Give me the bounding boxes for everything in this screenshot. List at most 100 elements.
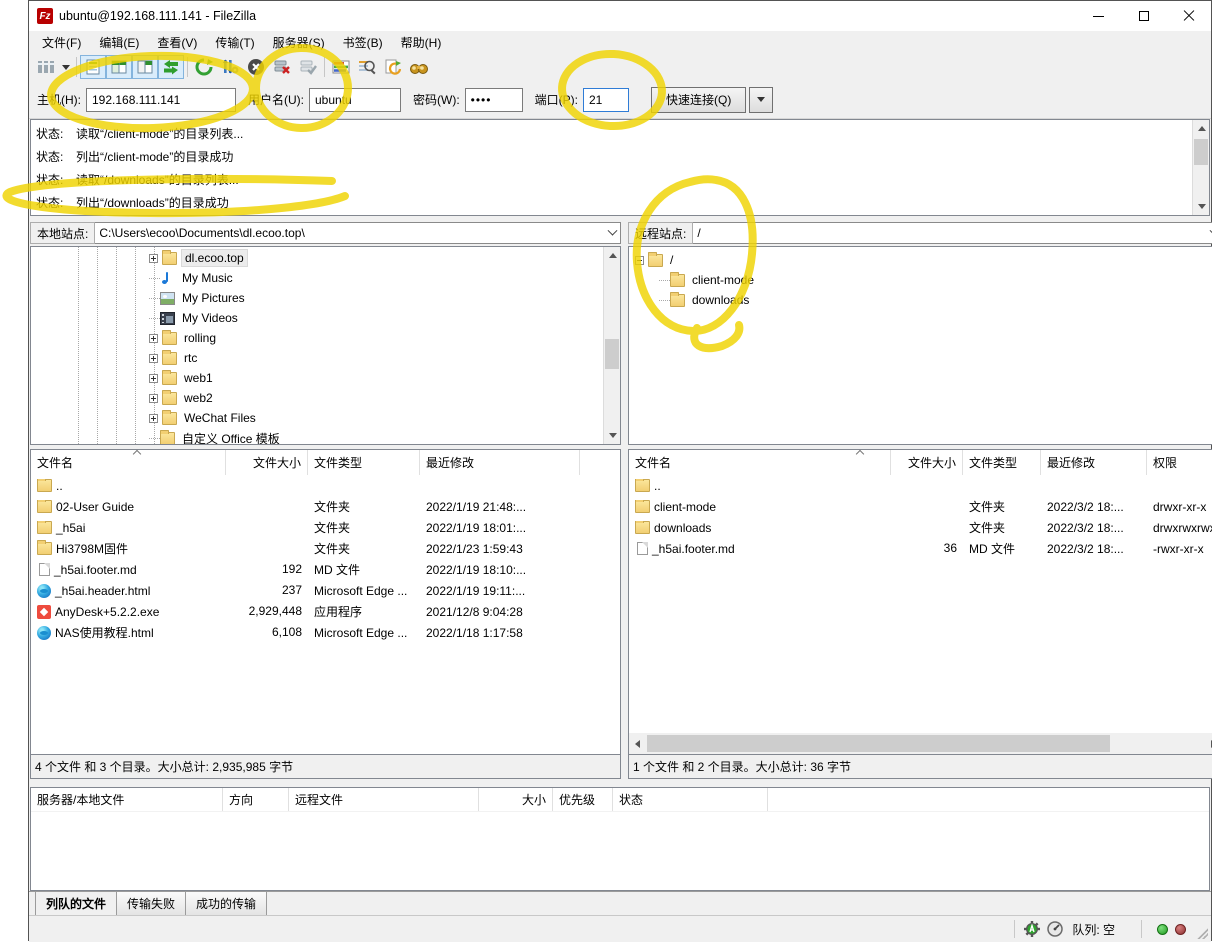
column-header-priority[interactable]: 优先级 (553, 788, 613, 811)
host-input[interactable] (86, 88, 236, 112)
file-row[interactable]: _h5ai文件夹2022/1/19 18:01:... (31, 517, 620, 538)
tree-item[interactable]: rolling (31, 328, 620, 348)
find-files-button[interactable] (406, 55, 432, 79)
tree-item[interactable]: downloads (629, 290, 1212, 310)
tree-item[interactable]: 自定义 Office 模板 (31, 428, 620, 445)
sync-browse-button[interactable] (380, 55, 406, 79)
column-header-filename[interactable]: 文件名 (31, 450, 226, 475)
column-header-filesize[interactable]: 文件大小 (891, 450, 963, 475)
menu-bookmarks[interactable]: 书签(B) (334, 32, 392, 53)
tree-item[interactable]: client-mode (629, 270, 1212, 290)
toggle-local-tree-button[interactable] (106, 55, 132, 79)
toggle-log-button[interactable] (80, 55, 106, 79)
tree-item[interactable]: My Pictures (31, 288, 620, 308)
file-row[interactable]: NAS使用教程.html6,108Microsoft Edge ...2022/… (31, 622, 620, 643)
process-queue-button[interactable] (217, 55, 243, 79)
file-row[interactable]: .. (629, 475, 1212, 496)
tree-item[interactable]: dl.ecoo.top (31, 248, 620, 268)
log-scrollbar[interactable] (1192, 120, 1209, 215)
menu-view[interactable]: 查看(V) (148, 32, 206, 53)
scroll-left-button[interactable] (629, 735, 646, 752)
filter-button[interactable] (328, 55, 354, 79)
local-path-combobox[interactable]: C:\Users\ecoo\Documents\dl.ecoo.top\ (95, 222, 621, 244)
site-manager-dropdown-button[interactable] (59, 55, 73, 79)
scroll-up-button[interactable] (1193, 120, 1210, 137)
remote-horizontal-scrollbar[interactable] (629, 733, 1212, 754)
tab-failed-transfers[interactable]: 传输失败 (116, 892, 186, 917)
expand-icon[interactable] (149, 254, 158, 263)
username-input[interactable] (309, 88, 401, 112)
column-header-status[interactable]: 状态 (613, 788, 768, 811)
scroll-thumb[interactable] (647, 735, 1110, 752)
tree-item[interactable]: web1 (31, 368, 620, 388)
scroll-thumb[interactable] (605, 339, 619, 369)
file-row[interactable]: _h5ai.footer.md36MD 文件2022/3/2 18:...-rw… (629, 538, 1212, 559)
menu-help[interactable]: 帮助(H) (392, 32, 451, 53)
password-input[interactable] (465, 88, 523, 112)
column-header-modified[interactable]: 最近修改 (420, 450, 580, 475)
expand-icon[interactable] (149, 414, 158, 423)
port-input[interactable] (583, 88, 629, 112)
tree-item-label: My Music (179, 270, 236, 286)
column-header-remote-file[interactable]: 远程文件 (289, 788, 479, 811)
remote-path-combobox[interactable]: / (693, 222, 1212, 244)
local-tree-scrollbar[interactable] (603, 247, 620, 444)
column-header-permissions[interactable]: 权限 (1147, 450, 1212, 475)
tree-item[interactable]: / (629, 250, 1212, 270)
close-button[interactable] (1166, 1, 1211, 31)
quickconnect-button[interactable]: 快速连接(Q) (651, 87, 746, 113)
refresh-button[interactable] (191, 55, 217, 79)
column-header-filetype[interactable]: 文件类型 (963, 450, 1041, 475)
minimize-button[interactable] (1076, 1, 1121, 31)
tree-item[interactable]: web2 (31, 388, 620, 408)
column-header-server-local-file[interactable]: 服务器/本地文件 (31, 788, 223, 811)
file-row[interactable]: AnyDesk+5.2.2.exe2,929,448应用程序2021/12/8 … (31, 601, 620, 622)
file-row[interactable]: client-mode文件夹2022/3/2 18:...drwxr-xr-x (629, 496, 1212, 517)
column-header-filetype[interactable]: 文件类型 (308, 450, 420, 475)
scroll-down-icon (609, 433, 617, 438)
scroll-down-button[interactable] (604, 427, 621, 444)
column-header-direction[interactable]: 方向 (223, 788, 289, 811)
menu-server[interactable]: 服务器(S) (264, 32, 334, 53)
expand-icon[interactable] (149, 394, 158, 403)
menu-file[interactable]: 文件(F) (33, 32, 90, 53)
tree-item[interactable]: My Music (31, 268, 620, 288)
tree-item[interactable]: WeChat Files (31, 408, 620, 428)
scroll-down-button[interactable] (1193, 198, 1210, 215)
tab-successful-transfers[interactable]: 成功的传输 (185, 892, 267, 917)
cancel-button[interactable] (243, 55, 269, 79)
file-row[interactable]: .. (31, 475, 620, 496)
column-header-modified[interactable]: 最近修改 (1041, 450, 1147, 475)
maximize-button[interactable] (1121, 1, 1166, 31)
scroll-right-button[interactable] (1205, 735, 1212, 752)
compare-icon (358, 58, 376, 76)
scroll-up-button[interactable] (604, 247, 621, 264)
column-header-filename[interactable]: 文件名 (629, 450, 891, 475)
expand-icon[interactable] (149, 354, 158, 363)
tab-queued-files[interactable]: 列队的文件 (35, 892, 117, 917)
file-row[interactable]: _h5ai.footer.md192MD 文件2022/1/19 18:10:.… (31, 559, 620, 580)
resize-grip[interactable] (1196, 927, 1208, 939)
file-row[interactable]: downloads文件夹2022/3/2 18:...drwxrwxrwx (629, 517, 1212, 538)
expand-icon[interactable] (149, 374, 158, 383)
file-row[interactable]: _h5ai.header.html237Microsoft Edge ...20… (31, 580, 620, 601)
toggle-remote-tree-button[interactable] (132, 55, 158, 79)
tree-item[interactable]: My Videos (31, 308, 620, 328)
file-row[interactable]: 02-User Guide文件夹2022/1/19 21:48:... (31, 496, 620, 517)
quickconnect-dropdown-button[interactable] (749, 87, 773, 113)
tree-item[interactable]: rtc (31, 348, 620, 368)
filezilla-window: Fz ubuntu@192.168.111.141 - FileZilla 文件… (28, 0, 1212, 941)
reconnect-button[interactable] (295, 55, 321, 79)
expand-icon[interactable] (149, 334, 158, 343)
file-row[interactable]: Hi3798M固件文件夹2022/1/23 1:59:43 (31, 538, 620, 559)
site-manager-button[interactable] (33, 55, 59, 79)
disconnect-button[interactable] (269, 55, 295, 79)
column-header-size[interactable]: 大小 (479, 788, 553, 811)
menu-transfer[interactable]: 传输(T) (206, 32, 263, 53)
toggle-queue-button[interactable] (158, 55, 184, 79)
compare-button[interactable] (354, 55, 380, 79)
scroll-thumb[interactable] (1194, 139, 1208, 165)
column-header-filesize[interactable]: 文件大小 (226, 450, 308, 475)
collapse-icon[interactable] (635, 256, 644, 265)
menu-edit[interactable]: 编辑(E) (90, 32, 148, 53)
